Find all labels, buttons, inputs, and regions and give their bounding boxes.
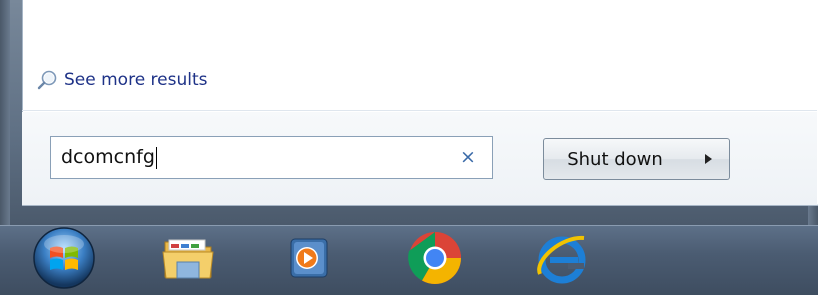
shut-down-label: Shut down [567, 148, 663, 170]
taskbar-chrome-button[interactable] [395, 225, 475, 294]
start-search-input[interactable]: dcomcnfg [50, 136, 493, 179]
triangle-right-icon [703, 150, 713, 169]
shut-down-options-button[interactable] [686, 138, 730, 180]
taskbar-media-player-button[interactable] [268, 225, 348, 294]
windows-orb-icon [28, 226, 100, 294]
results-divider [22, 110, 817, 111]
search-icon [36, 69, 58, 91]
shut-down-button[interactable]: Shut down [543, 138, 687, 180]
taskbar-explorer-button[interactable] [148, 225, 228, 294]
see-more-results-link[interactable]: See more results [36, 66, 208, 94]
media-player-icon [283, 233, 333, 287]
folder-icon [159, 232, 217, 288]
search-input-value: dcomcnfg [61, 146, 155, 169]
clear-search-icon[interactable]: × [460, 148, 476, 167]
taskbar-ie-button[interactable] [520, 225, 600, 294]
text-caret [155, 146, 157, 169]
see-more-results-label: See more results [64, 70, 208, 90]
start-menu-border-left [0, 0, 10, 225]
chrome-icon [407, 230, 463, 290]
start-button[interactable] [22, 225, 106, 294]
internet-explorer-icon [532, 230, 588, 290]
